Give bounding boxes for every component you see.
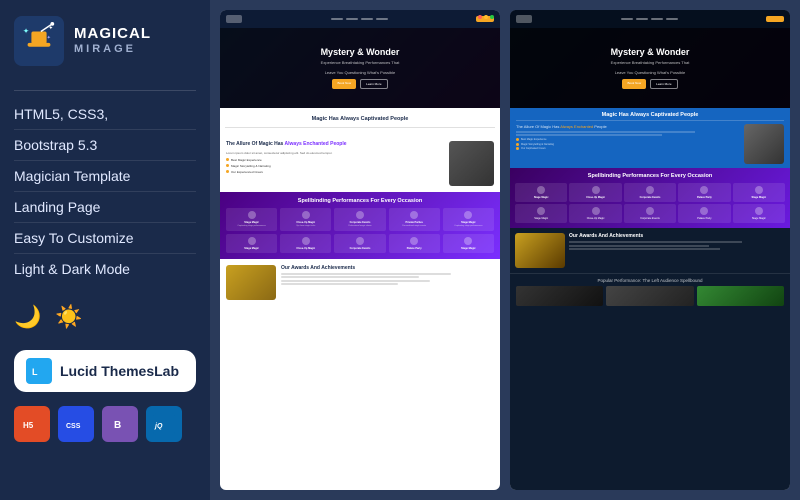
hero-sub-light: Experience Breathtaking Performances Tha… bbox=[321, 60, 400, 65]
preview-nav-dark bbox=[510, 10, 790, 28]
services-section-dark: Spellbinding Performances For Every Occa… bbox=[510, 168, 790, 228]
nav-links-dark bbox=[621, 18, 678, 20]
service-card-2: Close-Up Magic Up close magic tricks bbox=[280, 208, 331, 231]
about-section-light: The Allure Of Magic Has Always Enchanted… bbox=[220, 135, 500, 192]
bootstrap-badge: B bbox=[102, 406, 138, 442]
svg-text:L: L bbox=[32, 367, 38, 377]
css3-badge: CSS bbox=[58, 406, 94, 442]
lucid-logo-icon: L bbox=[26, 358, 52, 384]
feature-item-template: Magician Template bbox=[14, 161, 196, 192]
awards-image-dark bbox=[515, 233, 565, 268]
awards-title-dark: Our Awards And Achievements bbox=[569, 233, 785, 239]
hero-sub-dark: Experience Breathtaking Performances Tha… bbox=[611, 60, 690, 65]
services-title-dark: Spellbinding Performances For Every Occa… bbox=[515, 173, 785, 179]
nav-cta-dark bbox=[766, 16, 784, 22]
preview-hero-dark: Mystery & Wonder Experience Breathtaking… bbox=[510, 28, 790, 108]
logo-area: ✦ ✦ ✦ MAGICAL MIRAGE bbox=[14, 16, 196, 66]
tech-badges: H5 CSS B jQ bbox=[14, 406, 196, 442]
hero-btn1-light[interactable]: Book Now bbox=[332, 79, 356, 89]
jquery-badge: jQ bbox=[146, 406, 182, 442]
svg-text:✦: ✦ bbox=[47, 35, 51, 41]
sun-icon[interactable]: ☀️ bbox=[55, 304, 82, 330]
about-section-title: Magic Has Always Captivated People bbox=[225, 113, 495, 125]
about-title-dark: Magic Has Always Captivated People bbox=[516, 112, 784, 118]
moon-icon[interactable]: 🌙 bbox=[14, 304, 41, 330]
divider bbox=[14, 90, 196, 91]
hero-title-light: Mystery & Wonder bbox=[321, 47, 400, 57]
about-desc-light: Lorem ipsum dolor sit amet, consectetur … bbox=[226, 151, 444, 155]
nav-logo-light bbox=[226, 15, 242, 23]
logo-icon: ✦ ✦ ✦ bbox=[14, 16, 64, 66]
about-image-light bbox=[449, 141, 494, 186]
service-card-1: Stage Magic Captivating stage performanc… bbox=[226, 208, 277, 231]
logo-text: MAGICAL MIRAGE bbox=[74, 25, 151, 56]
popular-section-dark: Popular Performance: The Left Audience S… bbox=[510, 273, 790, 310]
blue-section-dark: Magic Has Always Captivated People The A… bbox=[510, 108, 790, 168]
svg-text:✦: ✦ bbox=[23, 26, 30, 35]
about-img-dark bbox=[744, 124, 784, 164]
about-title-light: The Allure Of Magic Has Always Enchanted… bbox=[226, 141, 444, 148]
feature-item-landing: Landing Page bbox=[14, 192, 196, 223]
theme-toggle[interactable]: 🌙 ☀️ bbox=[14, 296, 196, 338]
svg-text:B: B bbox=[114, 420, 121, 431]
service-card-4: Private Parties Personalized magic event… bbox=[389, 208, 440, 231]
nav-logo-dark bbox=[516, 15, 532, 23]
site-preview-light: Mystery & Wonder Experience Breathtaking… bbox=[220, 10, 500, 490]
preview-light: Mystery & Wonder Experience Breathtaking… bbox=[220, 10, 500, 490]
services-title-light: Spellbinding Performances For Every Occa… bbox=[226, 198, 494, 204]
services-grid-light: Stage Magic Captivating stage performanc… bbox=[226, 208, 494, 231]
feature-item-mode: Light & Dark Mode bbox=[14, 254, 196, 284]
html5-badge: H5 bbox=[14, 406, 50, 442]
hero-btn2-dark[interactable]: Learn More bbox=[650, 79, 677, 89]
services-section-light: Spellbinding Performances For Every Occa… bbox=[220, 192, 500, 259]
service-card-5: Stage Magic Captivating stage performanc… bbox=[443, 208, 494, 231]
svg-text:CSS: CSS bbox=[66, 423, 81, 430]
awards-section-dark: Our Awards And Achievements bbox=[510, 228, 790, 273]
svg-text:jQ: jQ bbox=[154, 423, 163, 430]
awards-section-light: Our Awards And Achievements bbox=[220, 259, 500, 306]
feature-item-customize: Easy To Customize bbox=[14, 223, 196, 254]
services-grid-dark-2: Stage Magic Close-Up Magic Corporate Eve… bbox=[515, 204, 785, 223]
preview-hero-light: Mystery & Wonder Experience Breathtaking… bbox=[220, 28, 500, 108]
services-grid2-light: Stage Magic Close-Up Magic Corporate Eve… bbox=[226, 234, 494, 253]
preview-dark: Mystery & Wonder Experience Breathtaking… bbox=[510, 10, 790, 490]
hero-btn2-light[interactable]: Learn More bbox=[360, 79, 387, 89]
lucid-badge[interactable]: L Lucid ThemesLab bbox=[14, 350, 196, 392]
feature-list: HTML5, CSS3, Bootstrap 5.3 Magician Temp… bbox=[14, 99, 196, 284]
lucid-label: Lucid ThemesLab bbox=[60, 363, 179, 379]
feature-item-bs: Bootstrap 5.3 bbox=[14, 130, 196, 161]
awards-image bbox=[226, 265, 276, 300]
hero-sub2-dark: Leave You Questioning What's Possible bbox=[611, 70, 690, 75]
left-panel: ✦ ✦ ✦ MAGICAL MIRAGE HTML5, CSS3, Bootst… bbox=[0, 0, 210, 500]
service-card-3: Corporate Events Professional magic show… bbox=[334, 208, 385, 231]
feature-item-html: HTML5, CSS3, bbox=[14, 99, 196, 130]
hero-btn1-dark[interactable]: Book Now bbox=[622, 79, 646, 89]
awards-title-light: Our Awards And Achievements bbox=[281, 265, 494, 271]
right-panel: Mystery & Wonder Experience Breathtaking… bbox=[210, 0, 800, 500]
popular-title-dark: Popular Performance: The Left Audience S… bbox=[516, 278, 784, 283]
preview-nav-light bbox=[220, 10, 500, 28]
nav-links-light bbox=[331, 18, 388, 20]
about-title-section: Magic Has Always Captivated People bbox=[220, 108, 500, 135]
hero-title-dark: Mystery & Wonder bbox=[611, 47, 690, 57]
svg-text:H5: H5 bbox=[23, 421, 34, 430]
services-grid-dark-1: Stage Magic Close-Up Magic Corporate Eve… bbox=[515, 183, 785, 202]
site-preview-dark: Mystery & Wonder Experience Breathtaking… bbox=[510, 10, 790, 490]
hero-sub2-light: Leave You Questioning What's Possible bbox=[321, 70, 400, 75]
